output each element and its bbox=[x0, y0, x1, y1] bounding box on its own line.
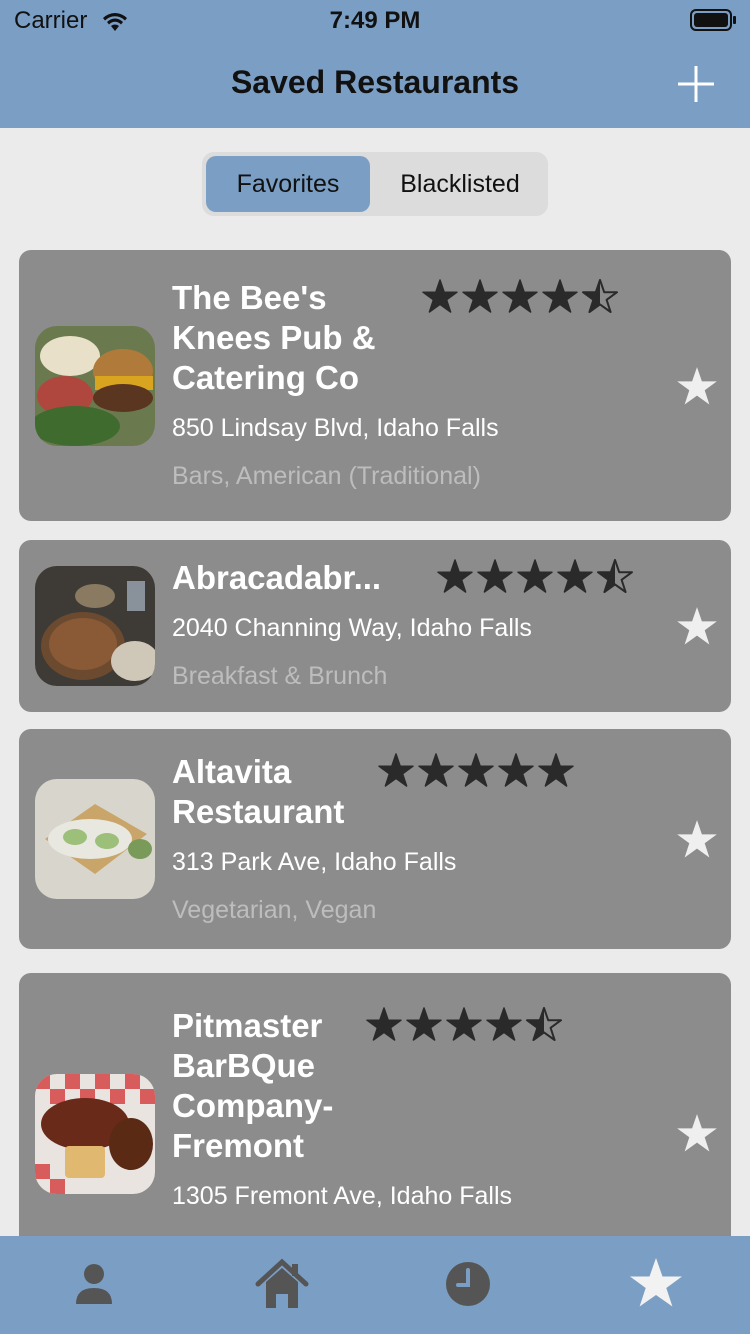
home-icon[interactable] bbox=[252, 1254, 312, 1314]
rating-stars bbox=[437, 559, 633, 593]
rating-stars bbox=[422, 279, 618, 313]
restaurant-address: 2040 Channing Way, Idaho Falls bbox=[172, 614, 532, 642]
rating-stars bbox=[366, 1007, 562, 1041]
restaurant-address: 850 Lindsay Blvd, Idaho Falls bbox=[172, 414, 499, 442]
restaurant-photo bbox=[35, 566, 155, 686]
restaurant-card[interactable]: The Bee's Knees Pub & Catering Co 850 Li… bbox=[19, 250, 731, 521]
restaurant-photo bbox=[35, 326, 155, 446]
favorite-star-button[interactable] bbox=[676, 606, 718, 648]
history-icon[interactable] bbox=[438, 1254, 498, 1314]
restaurant-list: The Bee's Knees Pub & Catering Co 850 Li… bbox=[0, 0, 750, 1236]
favorite-star-button[interactable] bbox=[676, 819, 718, 861]
profile-icon[interactable] bbox=[64, 1254, 124, 1314]
restaurant-photo bbox=[35, 1074, 155, 1194]
restaurant-name: Abracadabr... bbox=[172, 559, 382, 596]
restaurant-card[interactable]: Pitmaster BarBQue Company-Fremont 1305 F… bbox=[19, 973, 731, 1236]
restaurant-address: 1305 Fremont Ave, Idaho Falls bbox=[172, 1182, 513, 1210]
restaurant-name: Pitmaster BarBQue Company-Fremont bbox=[172, 1007, 334, 1164]
restaurant-card[interactable]: Abracadabr... 2040 Channing Way, Idaho F… bbox=[19, 540, 731, 712]
restaurant-address: 313 Park Ave, Idaho Falls bbox=[172, 848, 457, 876]
restaurant-categories: Bars, American (Traditional) bbox=[172, 462, 481, 490]
favorite-star-button[interactable] bbox=[676, 1113, 718, 1155]
rating-stars bbox=[378, 753, 574, 787]
favorites-star-icon[interactable] bbox=[626, 1254, 686, 1314]
restaurant-categories: Breakfast & Brunch bbox=[172, 662, 388, 690]
restaurant-categories: Vegetarian, Vegan bbox=[172, 896, 377, 924]
restaurant-photo bbox=[35, 779, 155, 899]
restaurant-card[interactable]: Altavita Restaurant 313 Park Ave, Idaho … bbox=[19, 729, 731, 949]
tab-bar bbox=[0, 1236, 750, 1334]
favorite-star-button[interactable] bbox=[676, 366, 718, 408]
restaurant-name: The Bee's Knees Pub & Catering Co bbox=[172, 279, 376, 396]
restaurant-name: Altavita Restaurant bbox=[172, 753, 345, 830]
